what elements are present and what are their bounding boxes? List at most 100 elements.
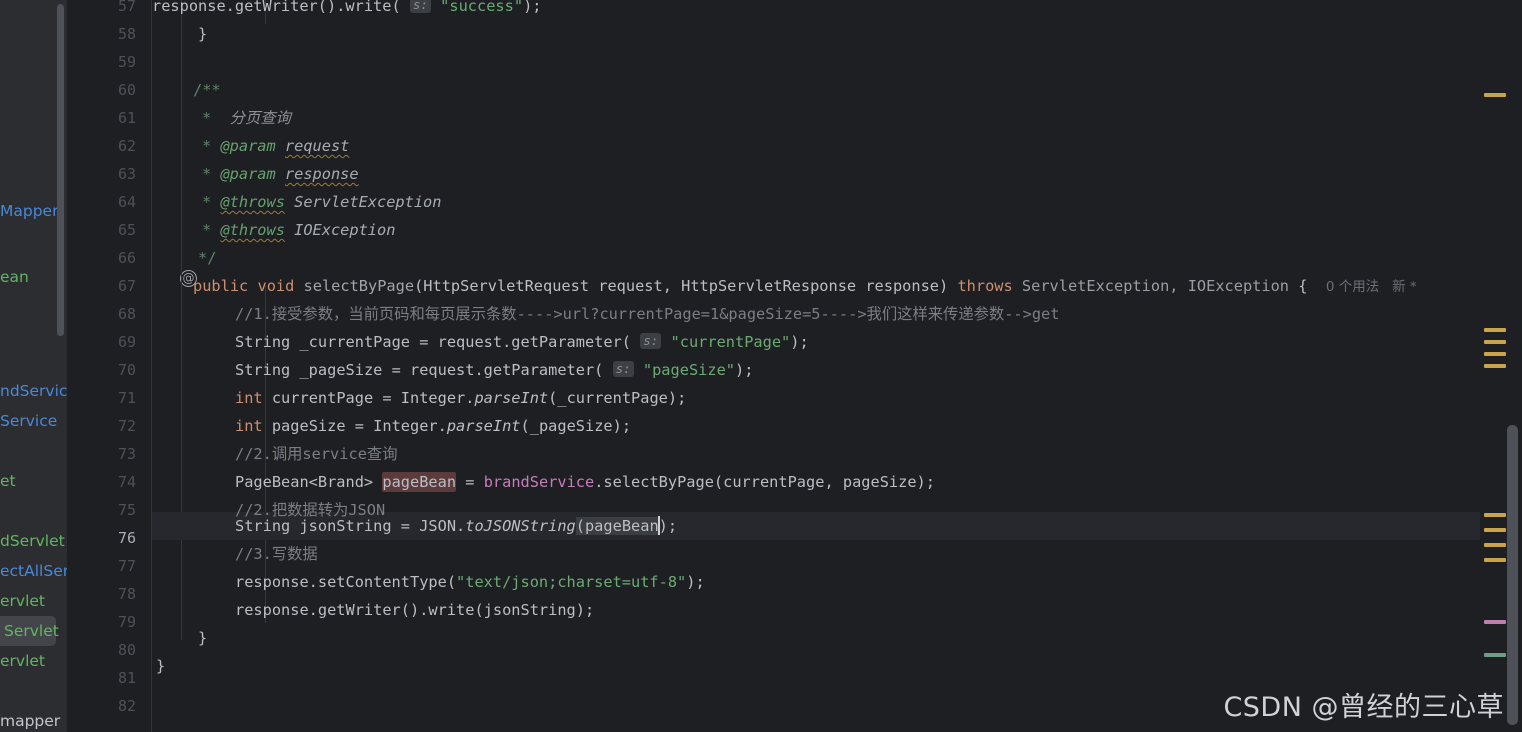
project-tree-item[interactable]: ervlet — [0, 646, 68, 676]
code-line-65[interactable]: * @throws IOException — [152, 216, 1522, 244]
line-number-61[interactable]: 61 — [68, 104, 136, 132]
project-tree-item[interactable]: Servlet — [0, 616, 59, 646]
line-number-65[interactable]: 65 — [68, 216, 136, 244]
code-token: ); — [790, 333, 809, 351]
line-number-69[interactable]: 69 — [68, 328, 136, 356]
code-line-82[interactable] — [152, 680, 1522, 708]
line-number-77[interactable]: 77 — [68, 552, 136, 580]
code-line-69[interactable]: String _currentPage = request.getParamet… — [152, 328, 1522, 356]
error-stripe-mark-info[interactable] — [1484, 653, 1506, 657]
code-line-77[interactable]: //3.写数据 — [152, 540, 1522, 568]
line-number-82[interactable]: 82 — [68, 692, 136, 720]
code-vision-usages[interactable]: 0 个用法 新 * — [1326, 279, 1417, 295]
line-number-75[interactable]: 75 — [68, 496, 136, 524]
code-line-70[interactable]: String _pageSize = request.getParameter(… — [152, 356, 1522, 384]
code-text-area[interactable]: response.getWriter().write( s: "success"… — [152, 0, 1522, 732]
editor-selection: (pageBean — [575, 517, 659, 535]
code-line-68[interactable]: //1.接受参数，当前页码和每页展示条数---->url?currentPage… — [152, 300, 1522, 328]
line-number-72[interactable]: 72 — [68, 412, 136, 440]
project-tree-item[interactable]: ndService — [0, 376, 68, 406]
code-token: ServletException, IOException — [1021, 277, 1289, 295]
line-number-64[interactable]: 64 — [68, 188, 136, 216]
code-line-58[interactable]: } — [152, 20, 1522, 48]
line-number-73[interactable]: 73 — [68, 440, 136, 468]
code-line-67[interactable]: public void selectByPage(HttpServletRequ… — [152, 272, 1522, 300]
line-number-68[interactable]: 68 — [68, 300, 136, 328]
error-stripe-mark-warning[interactable] — [1484, 513, 1506, 517]
line-number-63[interactable]: 63 — [68, 160, 136, 188]
project-tree-item-label: ean — [0, 268, 29, 286]
editor-gutter[interactable]: 57 58 59 60 61 62 63 64 65 66 67 68 69 70 71 72 73 74 75 76… — [68, 0, 152, 732]
project-tree-item-label: ndService — [0, 382, 68, 400]
project-tree-item[interactable]: Service — [0, 406, 68, 436]
code-token: ); — [658, 517, 678, 535]
error-stripe-column[interactable] — [1480, 0, 1522, 732]
method-name: selectByPage — [303, 277, 415, 295]
project-panel-scrollbar[interactable] — [57, 4, 64, 336]
code-line-78[interactable]: response.setContentType("text/json;chars… — [152, 568, 1522, 596]
code-keyword: throws — [957, 277, 1013, 295]
code-comment: //3.写数据 — [235, 545, 318, 563]
code-line-66[interactable]: */ — [152, 244, 1522, 272]
project-tree-item[interactable]: ervlet — [0, 586, 68, 616]
project-tree-item[interactable]: ectAllServ — [0, 556, 68, 586]
error-stripe-mark-warning[interactable] — [1484, 364, 1506, 368]
javadoc-exception: IOException — [294, 221, 396, 239]
code-line-71[interactable]: int currentPage = Integer.parseInt(_curr… — [152, 384, 1522, 412]
project-tree-item[interactable]: et — [0, 466, 68, 496]
code-token: pageSize = Integer. — [262, 417, 447, 435]
code-line-61[interactable]: * 分页查询 — [152, 104, 1522, 132]
code-token: } — [156, 657, 166, 675]
code-line-79[interactable]: response.getWriter().write(jsonString); — [152, 596, 1522, 624]
code-line-72[interactable]: int pageSize = Integer.parseInt(_pageSiz… — [152, 412, 1522, 440]
line-number-57[interactable]: 57 — [68, 0, 136, 20]
code-line-64[interactable]: * @throws ServletException — [152, 188, 1522, 216]
parameter-hint: s: — [612, 361, 634, 377]
error-stripe-mark-warning[interactable] — [1484, 352, 1506, 356]
line-number-58[interactable]: 58 — [68, 20, 136, 48]
line-number-66[interactable]: 66 — [68, 244, 136, 272]
project-tree-item[interactable]: mapper — [0, 706, 68, 732]
error-stripe-mark-warning[interactable] — [1484, 93, 1506, 97]
project-tree-panel[interactable]: Mapper ean ndService Service et dServlet ectAl… — [0, 0, 68, 732]
error-stripe-mark-warning[interactable] — [1484, 528, 1506, 532]
error-stripe-mark-warning[interactable] — [1484, 328, 1506, 332]
line-number-71[interactable]: 71 — [68, 384, 136, 412]
code-line-74[interactable]: PageBean<Brand> pageBean = brandService.… — [152, 468, 1522, 496]
code-line-60[interactable]: /** — [152, 76, 1522, 104]
error-stripe-mark-typo[interactable] — [1484, 620, 1506, 624]
code-token: PageBean<Brand> — [235, 473, 383, 491]
editor-vertical-scrollbar[interactable] — [1507, 425, 1518, 725]
line-number-81[interactable]: 81 — [68, 664, 136, 692]
code-line-76[interactable]: String jsonString = JSON.toJSONString(pa… — [152, 512, 1522, 540]
project-tree-item-label: Service — [0, 412, 58, 430]
line-number-62[interactable]: 62 — [68, 132, 136, 160]
code-token: = — [456, 473, 484, 491]
code-token: _pageSize = request.getParameter( — [290, 361, 604, 379]
line-number-60[interactable]: 60 — [68, 76, 136, 104]
code-line-73[interactable]: //2.调用service查询 — [152, 440, 1522, 468]
code-line-63[interactable]: * @param response — [152, 160, 1522, 188]
error-stripe-mark-warning[interactable] — [1484, 543, 1506, 547]
code-line-80[interactable]: } — [152, 624, 1522, 652]
line-number-76[interactable]: 76 — [68, 524, 136, 552]
line-number-78[interactable]: 78 — [68, 580, 136, 608]
code-line-62[interactable]: * @param request — [152, 132, 1522, 160]
code-line-57[interactable]: response.getWriter().write( s: "success"… — [152, 0, 1522, 20]
line-number-80[interactable]: 80 — [68, 636, 136, 664]
code-token: _currentPage = request.getParameter( — [290, 333, 632, 351]
line-number-70[interactable]: 70 — [68, 356, 136, 384]
code-token: * — [202, 221, 212, 239]
project-tree-item[interactable]: dServlet — [0, 526, 68, 556]
line-number-67[interactable]: 67 — [68, 272, 136, 300]
error-stripe-mark-warning[interactable] — [1484, 340, 1506, 344]
code-line-81[interactable]: } — [152, 652, 1522, 680]
error-stripe-mark-warning[interactable] — [1484, 558, 1506, 562]
code-comment: //1.接受参数，当前页码和每页展示条数---->url?currentPage… — [235, 305, 1060, 323]
code-token: } — [198, 25, 208, 43]
code-editor[interactable]: 57 58 59 60 61 62 63 64 65 66 67 68 69 70 71 72 73 74 75 76… — [68, 0, 1522, 732]
line-number-59[interactable]: 59 — [68, 48, 136, 76]
code-line-59[interactable] — [152, 48, 1522, 76]
line-number-79[interactable]: 79 — [68, 608, 136, 636]
line-number-74[interactable]: 74 — [68, 468, 136, 496]
